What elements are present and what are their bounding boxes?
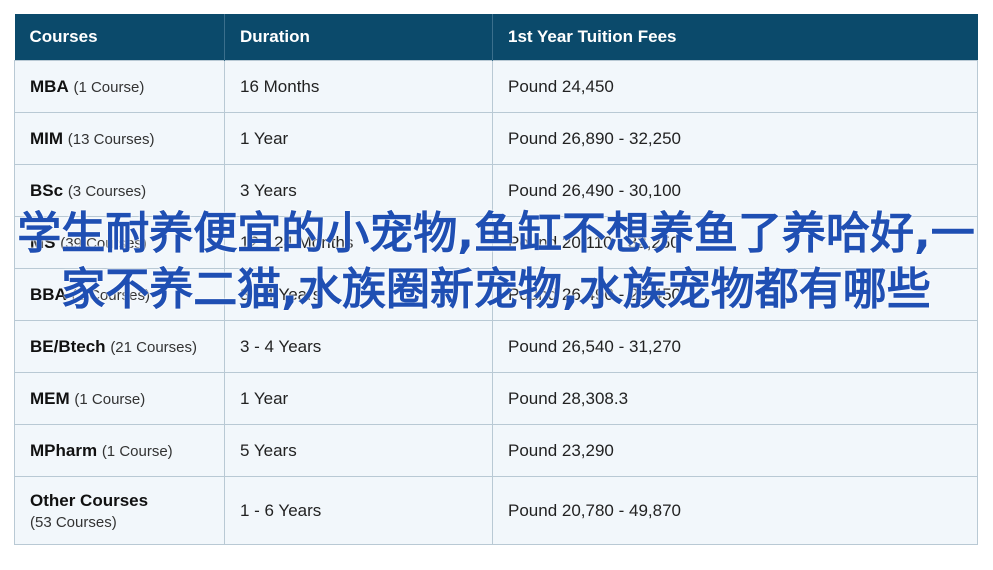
course-name-link[interactable]: Other Courses [30,491,148,510]
table-row: BE/Btech (21 Courses) 3 - 4 Years Pound … [14,320,978,373]
course-count: (1 Course) [101,442,173,460]
table-row: Other Courses (53 Courses) 1 - 6 Years Po… [14,476,978,545]
table-row: MBA (1 Course) 16 Months Pound 24,450 [14,60,978,113]
duration-cell: 16 Months [224,60,493,113]
course-cell: BE/Btech (21 Courses) [14,320,225,373]
fees-cell: Pound 24,450 [492,60,978,113]
table-header-row: Courses Duration 1st Year Tuition Fees [14,14,978,61]
course-count: (21 Courses) [110,338,198,356]
table-row: MEM (1 Course) 1 Year Pound 28,308.3 [14,372,978,425]
course-count: (13 Courses) [67,130,155,148]
course-name-link[interactable]: BSc [30,181,63,200]
course-name-link[interactable]: MPharm [30,441,97,460]
fees-cell: Pound 20,780 - 49,870 [492,476,978,545]
duration-cell: 1 Year [224,112,493,165]
course-name-link[interactable]: MIM [30,129,63,148]
header-duration: Duration [224,14,493,61]
course-cell: Other Courses (53 Courses) [14,476,225,545]
course-cell: MPharm (1 Course) [14,424,225,477]
table-row: MIM (13 Courses) 1 Year Pound 26,890 - 3… [14,112,978,165]
course-count: (3 Courses) [67,182,147,200]
course-cell: MEM (1 Course) [14,372,225,425]
course-count: (53 Courses) [30,513,117,531]
fees-cell: Pound 26,890 - 32,250 [492,112,978,165]
course-name-link[interactable]: MEM [30,389,70,408]
table-row: MPharm (1 Course) 5 Years Pound 23,290 [14,424,978,477]
overlay-watermark-text: 学生耐养便宜的小宠物,鱼缸不想养鱼了养哈好,一家不养二猫,水族圈新宠物,水族宠物… [17,208,975,315]
course-cell: MBA (1 Course) [14,60,225,113]
course-cell: MIM (13 Courses) [14,112,225,165]
course-count: (1 Course) [74,390,146,408]
duration-cell: 5 Years [224,424,493,477]
header-courses: Courses [14,14,225,61]
duration-cell: 1 Year [224,372,493,425]
fees-cell: Pound 26,540 - 31,270 [492,320,978,373]
duration-cell: 1 - 6 Years [224,476,493,545]
course-name-link[interactable]: BE/Btech [30,337,106,356]
header-fees: 1st Year Tuition Fees [492,14,978,61]
duration-cell: 3 - 4 Years [224,320,493,373]
course-name-link[interactable]: MBA [30,77,69,96]
course-count: (1 Course) [73,78,145,96]
fees-cell: Pound 23,290 [492,424,978,477]
fees-cell: Pound 28,308.3 [492,372,978,425]
